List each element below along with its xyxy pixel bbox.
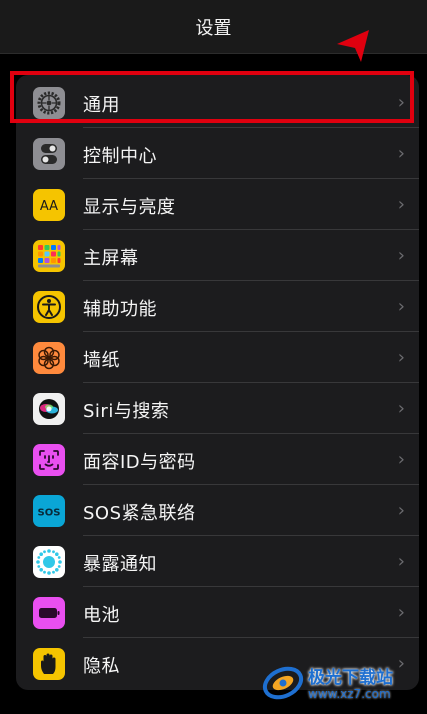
watermark-name: 极光下载站	[308, 668, 393, 688]
annotation-arrow-icon	[337, 30, 369, 62]
settings-row-home-screen[interactable]: 主屏幕 ›	[16, 230, 419, 281]
settings-row-display-brightness[interactable]: AA 显示与亮度 ›	[16, 179, 419, 230]
settings-row-label: Siri与搜索	[83, 401, 170, 422]
chevron-right-icon: ›	[397, 500, 405, 521]
chevron-right-icon: ›	[397, 398, 405, 419]
text-size-icon: AA	[33, 189, 65, 221]
sos-icon: SOS	[33, 495, 65, 527]
settings-row-face-id-passcode[interactable]: 面容ID与密码 ›	[16, 434, 419, 485]
settings-row-wallpaper[interactable]: 墙纸 ›	[16, 332, 419, 383]
chevron-right-icon: ›	[397, 551, 405, 572]
settings-row-emergency-sos[interactable]: SOS SOS紧急联络 ›	[16, 485, 419, 536]
settings-list: 通用 › 控制中心 › AA 显示与亮度 › 主屏幕 › 辅助功能 › 墙纸 ›…	[16, 75, 419, 690]
settings-row-label: 墙纸	[83, 350, 120, 371]
settings-row-label: SOS紧急联络	[83, 503, 196, 524]
settings-row-exposure-notifications[interactable]: 暴露通知 ›	[16, 536, 419, 587]
settings-row-label: 暴露通知	[83, 554, 157, 575]
accessibility-icon	[33, 291, 65, 323]
watermark: 极光下载站 www.xz7.com	[262, 660, 422, 710]
app-grid-icon	[33, 240, 65, 272]
chevron-right-icon: ›	[397, 245, 405, 266]
chevron-right-icon: ›	[397, 602, 405, 623]
settings-row-label: 辅助功能	[83, 299, 157, 320]
battery-icon	[33, 597, 65, 629]
chevron-right-icon: ›	[397, 347, 405, 368]
chevron-right-icon: ›	[397, 194, 405, 215]
exposure-icon	[33, 546, 65, 578]
chevron-right-icon: ›	[397, 143, 405, 164]
settings-row-label: 控制中心	[83, 146, 157, 167]
toggles-icon	[33, 138, 65, 170]
settings-row-label: 隐私	[83, 656, 120, 677]
settings-row-battery[interactable]: 电池 ›	[16, 587, 419, 638]
settings-row-label: 面容ID与密码	[83, 452, 196, 473]
settings-row-accessibility[interactable]: 辅助功能 ›	[16, 281, 419, 332]
settings-row-control-center[interactable]: 控制中心 ›	[16, 128, 419, 179]
settings-row-label: 显示与亮度	[83, 197, 176, 218]
watermark-url: www.xz7.com	[308, 687, 391, 701]
chevron-right-icon: ›	[397, 449, 405, 470]
settings-row-siri-search[interactable]: Siri与搜索 ›	[16, 383, 419, 434]
svg-text:SOS: SOS	[38, 508, 61, 519]
face-id-icon	[33, 444, 65, 476]
watermark-logo-icon	[262, 666, 304, 700]
chevron-right-icon: ›	[397, 296, 405, 317]
highlight-box	[10, 71, 414, 123]
hand-icon	[33, 648, 65, 680]
siri-icon	[33, 393, 65, 425]
flower-icon	[33, 342, 65, 374]
svg-text:AA: AA	[40, 199, 58, 214]
settings-row-label: 电池	[83, 605, 120, 626]
settings-row-label: 主屏幕	[83, 248, 139, 269]
